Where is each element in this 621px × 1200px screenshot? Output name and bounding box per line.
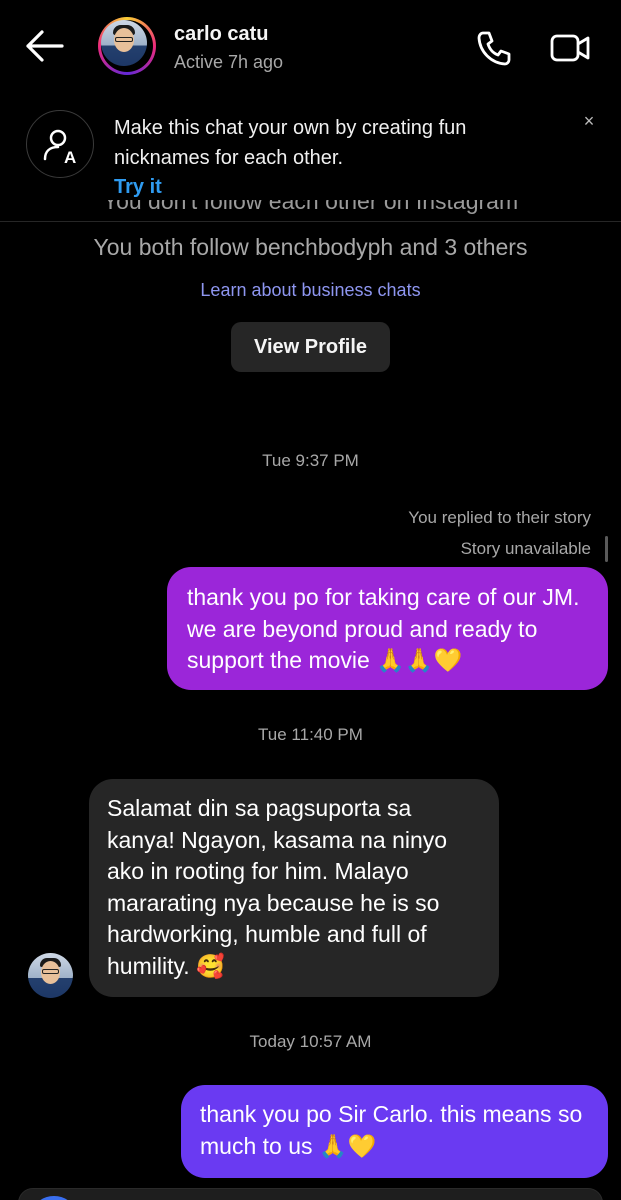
outgoing-message[interactable]: thank you po for taking care of our JM. …	[167, 567, 608, 690]
back-arrow-icon[interactable]	[22, 26, 66, 66]
timestamp: Tue 9:37 PM	[262, 451, 359, 470]
active-status: Active 7h ago	[174, 52, 284, 72]
avatar-photo	[101, 20, 147, 66]
chat-header: carlo catu Active 7h ago	[0, 0, 621, 92]
reply-indicator	[605, 536, 608, 562]
incoming-message[interactable]: Salamat din sa pagsuporta sa kanya! Ngay…	[89, 779, 499, 997]
try-it-link[interactable]: Try it	[114, 176, 162, 199]
banner-text: Make this chat your own by creating fun …	[114, 117, 467, 169]
learn-business-chats-link[interactable]: Learn about business chats	[0, 280, 621, 301]
outgoing-message[interactable]: thank you po Sir Carlo. this means so mu…	[181, 1085, 608, 1178]
timestamp: Tue 11:40 PM	[258, 725, 363, 744]
story-reply-label: You replied to their story	[408, 508, 591, 527]
nickname-icon: A	[26, 110, 94, 178]
timestamp: Today 10:57 AM	[249, 1032, 372, 1051]
profile-avatar[interactable]	[98, 17, 156, 75]
contact-name[interactable]: carlo catu	[174, 23, 268, 46]
view-profile-button[interactable]: View Profile	[231, 322, 390, 372]
mutual-follows: You both follow benchbodyph and 3 others	[93, 234, 528, 260]
message-composer[interactable]	[18, 1188, 603, 1200]
follow-status-partial: You don't follow each other on Instagram	[102, 200, 519, 214]
close-icon[interactable]: ×	[578, 110, 600, 132]
svg-text:A: A	[64, 148, 76, 167]
sender-avatar[interactable]	[28, 953, 73, 998]
phone-icon[interactable]	[474, 28, 514, 68]
story-unavailable-label: Story unavailable	[460, 539, 591, 558]
video-camera-icon[interactable]	[548, 30, 592, 66]
